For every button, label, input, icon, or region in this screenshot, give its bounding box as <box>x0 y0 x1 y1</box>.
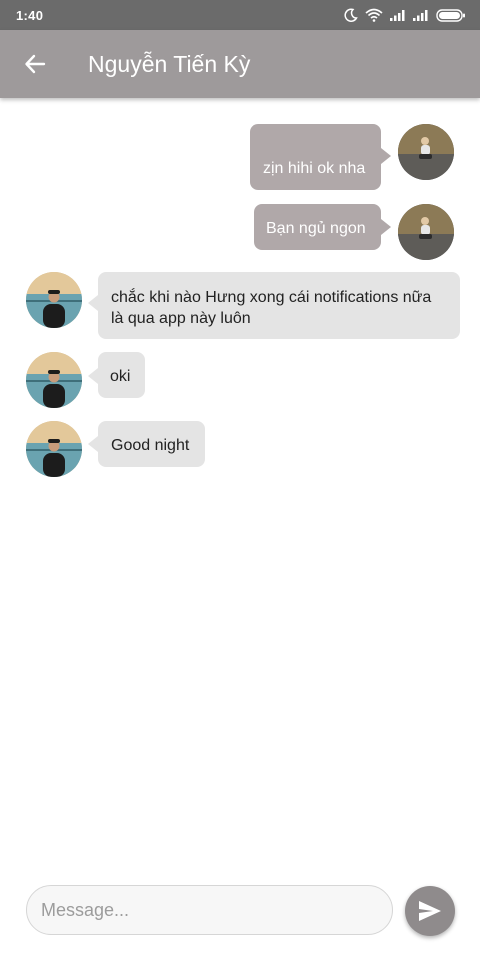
wifi-icon <box>365 8 383 22</box>
chat-title: Nguyễn Tiến Kỳ <box>88 50 251 77</box>
message-composer <box>0 885 480 937</box>
message-input[interactable] <box>26 885 393 935</box>
battery-icon <box>436 8 465 22</box>
message-bubble[interactable]: zịn hihi ok nha <box>250 124 381 190</box>
message-bubble[interactable]: chắc khi nào Hưng xong cái notifications… <box>98 272 460 339</box>
status-icons <box>344 8 466 22</box>
avatar-sender[interactable] <box>398 204 454 260</box>
avatar-contact[interactable] <box>26 421 82 477</box>
status-time: 1:40 <box>16 7 44 23</box>
send-icon <box>419 901 441 921</box>
avatar-sender[interactable] <box>398 124 454 180</box>
chat-screen: 1:40 Nguyễn Tiến Kỳ zịn hihi ok nha Bạn … <box>0 0 480 960</box>
message-text-line: là qua app này luôn <box>111 310 251 327</box>
signal-icon <box>413 10 428 21</box>
arrow-left-icon <box>25 54 46 74</box>
avatar-contact[interactable] <box>26 352 82 408</box>
status-bar: 1:40 <box>0 0 480 30</box>
back-button[interactable] <box>0 30 70 98</box>
message-bubble[interactable]: Bạn ngủ ngon <box>254 204 381 250</box>
moon-icon <box>344 8 358 22</box>
message-text: oki <box>110 368 131 385</box>
avatar-contact[interactable] <box>26 272 82 328</box>
message-text: Bạn ngủ ngon <box>266 220 366 237</box>
signal-icon <box>390 10 405 21</box>
message-text-line: chắc khi nào Hưng xong cái notifications… <box>111 289 432 306</box>
send-button[interactable] <box>405 886 455 936</box>
message-text: Good night <box>111 437 190 454</box>
message-bubble[interactable]: oki <box>98 352 145 398</box>
app-bar: Nguyễn Tiến Kỳ <box>0 30 480 98</box>
message-text: zịn hihi ok nha <box>263 160 366 177</box>
message-bubble[interactable]: Good night <box>98 421 205 467</box>
